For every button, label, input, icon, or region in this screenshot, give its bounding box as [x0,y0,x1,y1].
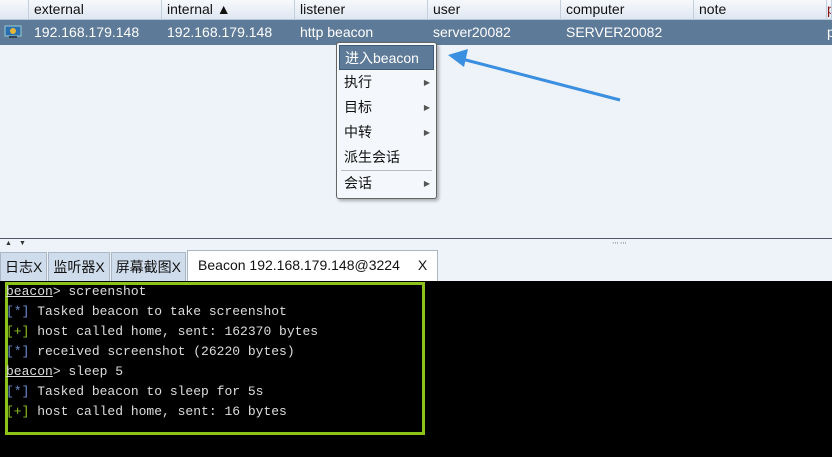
menu-label: 派生会话 [344,149,400,165]
console-line: [+] host called home, sent: 162370 bytes [6,324,319,339]
tab-beacon[interactable]: Beacon 192.168.179.148@3224 X [187,250,439,281]
menu-item-session[interactable]: 会话 ▶ [339,171,434,196]
menu-item-execute[interactable]: 执行 ▶ [339,70,434,95]
tab-close-button[interactable]: X [418,251,427,281]
menu-item-explore[interactable]: 目标 ▶ [339,95,434,120]
collapse-down-icon[interactable]: ▼ [19,240,26,247]
tab-label: 日志X [5,259,43,275]
cell-computer: SERVER20082 [566,24,663,40]
context-menu: 进入beacon 执行 ▶ 目标 ▶ 中转 ▶ 派生会话 会话 ▶ [336,42,437,199]
menu-label: 目标 [344,99,372,115]
console-line: beacon> sleep 5 [6,364,124,379]
column-listener[interactable]: listener [295,0,428,20]
console-line: [*] Tasked beacon to take screenshot [6,304,287,319]
tab-screenshots[interactable]: 屏幕截图X [110,252,187,281]
cell-internal: 192.168.179.148 [167,24,273,40]
annotation-arrow-icon [448,49,621,102]
collapse-up-icon[interactable]: ▲ [5,240,12,247]
submenu-arrow-icon: ▶ [423,128,430,137]
menu-item-pivoting[interactable]: 中转 ▶ [339,120,434,145]
console-line: [*] Tasked beacon to sleep for 5s [6,384,264,399]
menu-label: 中转 [344,124,372,140]
submenu-arrow-icon: ▶ [423,179,430,188]
submenu-arrow-icon: ▶ [423,103,430,112]
menu-label: 会话 [344,175,372,191]
column-computer[interactable]: computer [561,0,694,20]
column-user[interactable]: user [428,0,561,20]
menu-label: 进入beacon [345,50,419,66]
console-line: beacon> screenshot [6,284,147,299]
cell-external: 192.168.179.148 [34,24,140,40]
tab-listeners[interactable]: 监听器X [48,252,110,281]
column-external[interactable]: external [29,0,162,20]
cell-pid: p [827,24,832,40]
cell-note [694,20,827,45]
tab-event-log[interactable]: 日志X [0,252,48,281]
tab-label: Beacon 192.168.179.148@3224 [198,257,400,273]
menu-item-spawn[interactable]: 派生会话 [339,145,434,170]
tab-bar: 日志X 监听器X 屏幕截图X Beacon 192.168.179.148@32… [0,250,832,281]
column-internal[interactable]: internal ▲ [162,0,295,20]
monitor-icon [0,20,29,45]
split-pane-divider[interactable]: ▲ ▼ ⋯⋯ [0,238,832,248]
console-line: [*] received screenshot (26220 bytes) [6,344,295,359]
menu-label: 执行 [344,74,372,90]
column-pid[interactable]: p [827,0,832,20]
menu-item-interact[interactable]: 进入beacon [339,45,434,70]
column-note[interactable]: note [694,0,827,20]
cell-user: server20082 [433,24,511,40]
submenu-arrow-icon: ▶ [423,78,430,87]
tab-label: 监听器X [53,259,105,275]
column-icon[interactable] [0,0,29,20]
table-header: external internal ▲ listener user comput… [0,0,832,20]
drag-grip-icon[interactable]: ⋯⋯ [612,239,628,247]
console-line: [+] host called home, sent: 16 bytes [6,404,287,419]
beacon-console[interactable]: beacon> screenshot [*] Tasked beacon to … [0,281,832,457]
tab-label: 屏幕截图X [115,259,182,275]
